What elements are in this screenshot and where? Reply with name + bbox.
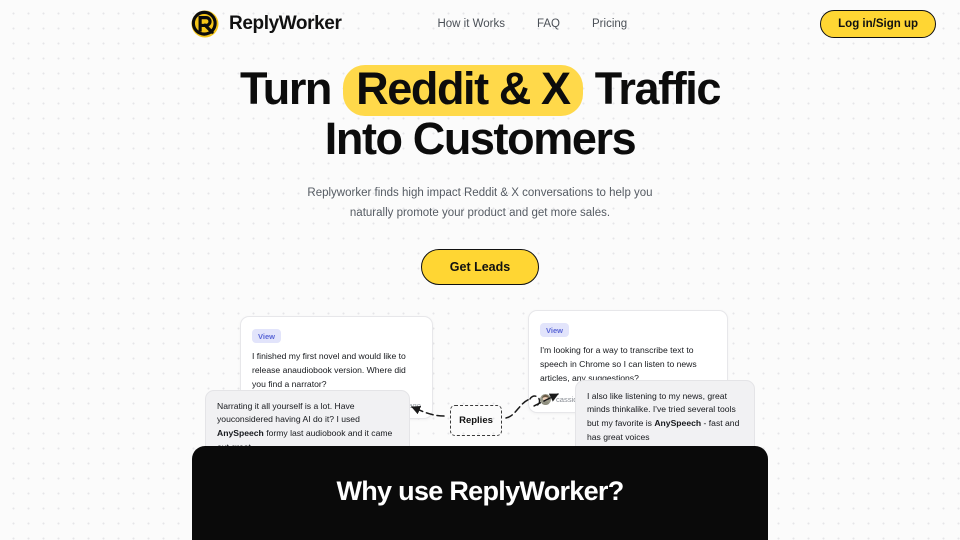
hero-section: Turn Reddit & X Traffic Into Customers R… — [0, 47, 960, 285]
view-badge[interactable]: View — [540, 323, 569, 338]
nav-link-pricing[interactable]: Pricing — [592, 18, 627, 30]
brand-name: ReplyWorker — [229, 12, 342, 34]
why-use-title: Why use ReplyWorker? — [336, 476, 624, 506]
headline-part-1: Turn — [239, 63, 332, 114]
arrow-left-icon — [411, 405, 445, 417]
why-use-section: Why use ReplyWorker? — [192, 446, 768, 540]
replies-node: Replies — [450, 404, 502, 436]
page-title: Turn Reddit & X Traffic Into Customers — [200, 65, 760, 161]
hero-subtitle-line-1: Replyworker finds high impact Reddit & X… — [307, 187, 653, 200]
card-brand-mention: AnySpeech — [654, 418, 702, 429]
view-badge[interactable]: View — [252, 329, 281, 344]
replies-label: Replies — [459, 414, 493, 426]
card-text-before: Narrating it all yourself is a lot. Have… — [217, 400, 360, 425]
arrow-right-icon — [529, 392, 559, 407]
site-header: ReplyWorker How it Works FAQ Pricing Log… — [0, 0, 960, 47]
card-brand-mention: AnySpeech — [217, 428, 264, 439]
get-leads-button[interactable]: Get Leads — [420, 248, 540, 285]
reply-worker-logo-icon — [191, 10, 219, 37]
cta-container: Get Leads — [0, 248, 960, 285]
card-message-text: I also like listening to my news, great … — [587, 390, 743, 446]
nav-link-how-it-works[interactable]: How it Works — [437, 18, 505, 30]
main-nav: How it Works FAQ Pricing — [437, 18, 627, 30]
hero-subtitle: Replyworker finds high impact Reddit & X… — [0, 183, 960, 223]
conversation-showcase: View I finished my first novel and would… — [0, 302, 960, 481]
arrow-right-curve-icon — [505, 397, 531, 419]
headline-highlight: Reddit & X — [343, 65, 583, 117]
brand-logo[interactable]: ReplyWorker — [190, 9, 342, 39]
hero-subtitle-line-2: naturally promote your product and get m… — [349, 207, 611, 220]
login-signup-button[interactable]: Log in/Sign up — [820, 9, 936, 38]
nav-link-faq[interactable]: FAQ — [537, 18, 560, 30]
